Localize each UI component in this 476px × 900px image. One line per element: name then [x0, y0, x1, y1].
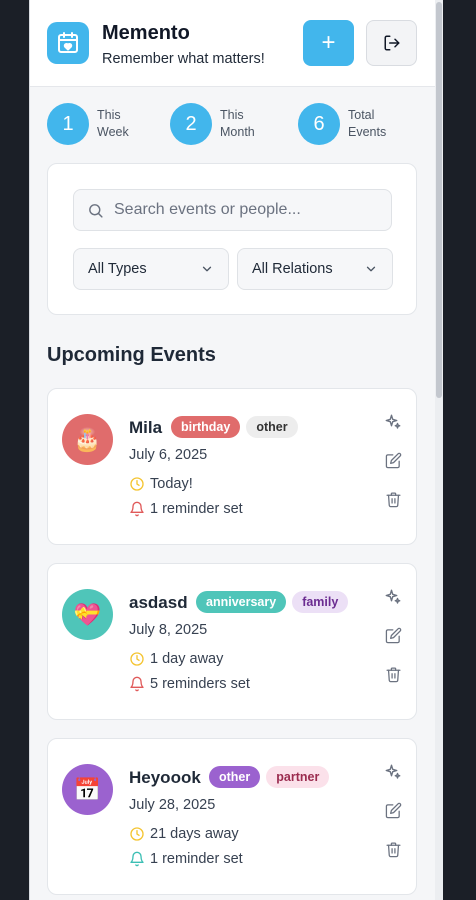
relation-filter-value: All Relations [252, 261, 333, 277]
clock-icon [130, 477, 144, 491]
event-countdown-text: 21 days away [150, 826, 239, 842]
event-reminders: 1 reminder set [129, 851, 243, 867]
event-card[interactable]: 🎂 Mila birthday other July 6, 2025 Today!… [47, 388, 417, 545]
section-title: Upcoming Events [47, 344, 216, 366]
stat-label-line: This [220, 108, 244, 122]
event-reminders-text: 1 reminder set [150, 501, 243, 517]
ai-sparkle-button[interactable] [383, 587, 403, 607]
bell-icon [130, 676, 144, 692]
event-tag: other [246, 416, 298, 438]
search-icon [89, 204, 103, 218]
search-input[interactable] [114, 190, 384, 230]
event-date: July 6, 2025 [129, 447, 208, 463]
header: Memento Remember what matters! + [30, 0, 435, 87]
ai-sparkle-button[interactable] [383, 412, 403, 432]
event-tag: birthday [171, 416, 241, 438]
chevron-down-icon [366, 266, 376, 272]
stat-label: Total Events [348, 107, 404, 141]
edit-button[interactable] [383, 625, 403, 645]
app-subtitle: Remember what matters! [102, 51, 265, 67]
event-tag: family [292, 591, 349, 613]
event-card[interactable]: 📅 Heyoook other partner July 28, 2025 21 … [47, 738, 417, 895]
event-avatar-emoji: 🎂 [73, 426, 102, 452]
calendar-heart-icon [47, 22, 89, 64]
delete-button[interactable] [383, 664, 403, 684]
event-countdown: 1 day away [129, 651, 223, 667]
event-name: Heyoook [129, 768, 201, 787]
delete-button[interactable] [383, 839, 403, 859]
app-title: Memento [102, 22, 190, 44]
search-box [73, 189, 392, 231]
event-countdown: Today! [129, 476, 193, 492]
logout-icon [384, 35, 399, 51]
sparkle-icon [385, 589, 401, 604]
event-name: asdasd [129, 593, 188, 612]
stat-label-line: Week [97, 125, 129, 139]
clock-icon [130, 827, 144, 841]
logout-button[interactable] [366, 20, 417, 66]
event-date: July 8, 2025 [129, 622, 208, 638]
stat-value: 1 [47, 103, 89, 145]
stat-label: This Week [97, 107, 153, 141]
filter-panel: All Types All Relations [47, 163, 417, 315]
event-reminders: 5 reminders set [129, 676, 250, 692]
stat-label-line: Month [220, 125, 255, 139]
stat-label-line: Events [348, 125, 387, 139]
event-tag: partner [266, 766, 330, 788]
stat-label-line: This [97, 108, 121, 122]
event-name: Mila [129, 418, 163, 437]
event-tag: other [209, 766, 261, 788]
delete-button[interactable] [383, 489, 403, 509]
stat-this-week: 1 This Week [47, 103, 153, 145]
bell-icon [130, 851, 144, 867]
scrollbar-thumb[interactable] [436, 2, 442, 398]
event-reminders-text: 1 reminder set [150, 851, 243, 867]
stat-label: This Month [220, 107, 276, 141]
event-card[interactable]: 💝 asdasd anniversary family July 8, 2025 … [47, 563, 417, 720]
event-tags: other partner [209, 766, 330, 788]
edit-icon [385, 452, 401, 468]
event-avatar-emoji: 📅 [73, 776, 102, 802]
edit-icon [385, 802, 401, 818]
event-tag: anniversary [196, 591, 287, 613]
event-tags: anniversary family [196, 591, 349, 613]
type-filter-select[interactable]: All Types [73, 248, 229, 290]
app-window: Memento Remember what matters! + 1 This … [29, 0, 443, 900]
stat-this-month: 2 This Month [170, 103, 276, 145]
edit-button[interactable] [383, 800, 403, 820]
add-event-button[interactable]: + [303, 20, 354, 66]
sparkle-icon [385, 414, 401, 429]
event-avatar: 💝 [62, 589, 113, 640]
relation-filter-select[interactable]: All Relations [237, 248, 393, 290]
stat-total-events: 6 Total Events [298, 103, 404, 145]
event-avatar-emoji: 💝 [73, 601, 102, 627]
bell-icon [130, 501, 144, 517]
stat-value: 6 [298, 103, 340, 145]
event-tags: birthday other [171, 416, 298, 438]
edit-button[interactable] [383, 450, 403, 470]
event-date: July 28, 2025 [129, 797, 216, 813]
clock-icon [130, 652, 144, 666]
trash-icon [385, 841, 401, 857]
trash-icon [385, 666, 401, 682]
event-avatar: 📅 [62, 764, 113, 815]
event-countdown-text: 1 day away [150, 651, 224, 667]
event-reminders: 1 reminder set [129, 501, 243, 517]
scrollbar[interactable] [435, 0, 443, 900]
ai-sparkle-button[interactable] [383, 762, 403, 782]
event-reminders-text: 5 reminders set [150, 676, 250, 692]
type-filter-value: All Types [88, 261, 147, 277]
trash-icon [385, 491, 401, 507]
event-countdown: 21 days away [129, 826, 239, 842]
edit-icon [385, 627, 401, 643]
sparkle-icon [385, 764, 401, 779]
stat-label-line: Total [348, 108, 375, 122]
event-countdown-text: Today! [150, 476, 193, 492]
event-avatar: 🎂 [62, 414, 113, 465]
stat-value: 2 [170, 103, 212, 145]
chevron-down-icon [202, 266, 212, 272]
